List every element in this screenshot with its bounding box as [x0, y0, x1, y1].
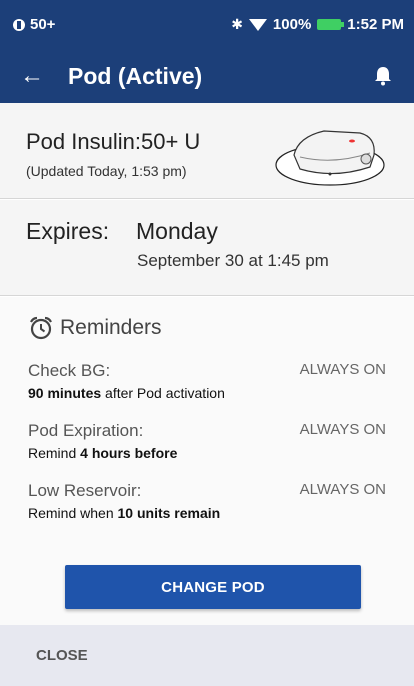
expires-row: Expires: Monday: [26, 218, 388, 245]
desc-pre: Remind when: [28, 505, 118, 521]
desc-bold: 4 hours before: [80, 445, 178, 461]
pod-insulin-section: Pod Insulin:50+ U (Updated Today, 1:53 p…: [0, 103, 414, 199]
expires-day: Monday: [136, 218, 218, 244]
reminder-status: ALWAYS ON: [299, 361, 386, 378]
reminders-section: Reminders Check BG: ALWAYS ON 90 minutes…: [0, 297, 414, 625]
status-left: 50+: [12, 16, 55, 33]
footer-bar: CLOSE: [0, 625, 414, 686]
page-title: Pod (Active): [68, 62, 203, 89]
reminder-description: 90 minutes after Pod activation: [28, 385, 386, 401]
app-bar: ← Pod (Active): [0, 49, 414, 103]
status-right: ✱ 100% 1:52 PM: [231, 16, 404, 33]
pod-device-image: [275, 130, 385, 186]
status-left-text: 50+: [30, 16, 56, 33]
status-time: 1:52 PM: [347, 16, 404, 33]
change-pod-button[interactable]: CHANGE POD: [65, 565, 361, 609]
status-bar: 50+ ✱ 100% 1:52 PM: [0, 0, 414, 49]
battery-percent: 100%: [272, 16, 312, 33]
desc-pre: Remind: [28, 445, 81, 461]
pod-insulin-label: Pod Insulin:: [26, 129, 141, 154]
reminders-title: Reminders: [60, 316, 162, 339]
bluetooth-icon: ✱: [231, 16, 243, 32]
reminder-status: ALWAYS ON: [299, 481, 386, 498]
alarm-clock-icon: [30, 316, 52, 340]
reminder-low-reservoir: Low Reservoir: ALWAYS ON Remind when 10 …: [28, 481, 386, 521]
reminder-status: ALWAYS ON: [299, 421, 386, 438]
expires-date: September 30 at 1:45 pm: [137, 251, 329, 270]
pod-insulin-value: 50+ U: [140, 129, 201, 154]
back-arrow-icon[interactable]: ←: [20, 64, 44, 88]
desc-bold: 10 units remain: [117, 505, 221, 521]
reminder-description: Remind 4 hours before: [28, 445, 386, 461]
desc-bold: 90 minutes: [28, 385, 102, 401]
wifi-icon: [248, 18, 267, 31]
sim-icon: [13, 18, 25, 31]
reminders-heading: Reminders: [28, 315, 386, 341]
reminder-check-bg: Check BG: ALWAYS ON 90 minutes after Pod…: [28, 361, 386, 401]
battery-icon: [317, 19, 345, 30]
bell-icon[interactable]: [372, 65, 394, 87]
desc-post: after Pod activation: [101, 385, 225, 401]
expires-section: Expires: Monday September 30 at 1:45 pm: [0, 200, 414, 296]
reminder-description: Remind when 10 units remain: [28, 505, 386, 521]
close-button[interactable]: CLOSE: [36, 647, 88, 664]
expires-label: Expires:: [26, 218, 110, 244]
reminder-pod-expiration: Pod Expiration: ALWAYS ON Remind 4 hours…: [28, 421, 386, 461]
